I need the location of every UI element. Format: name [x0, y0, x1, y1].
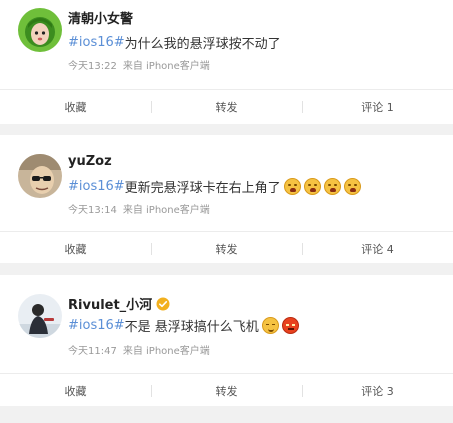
verified-badge-icon — [156, 297, 170, 311]
post-time: 今天13:22 — [68, 61, 117, 72]
username[interactable]: yuZoz — [68, 154, 112, 169]
post-body: 更新完悬浮球卡在右上角了 — [124, 181, 281, 196]
action-bar: 收藏 转发 评论 3 — [0, 374, 453, 408]
post-text: #ios16# 为什么我的悬浮球按不动了 — [68, 33, 281, 52]
smug-emoji — [261, 317, 279, 334]
crying-laughing-emoji — [283, 178, 301, 195]
crying-laughing-emoji — [323, 178, 341, 195]
comment-button[interactable]: 评论 1 — [302, 90, 453, 124]
avatar[interactable] — [18, 8, 62, 52]
angry-emoji — [281, 317, 299, 334]
post-source[interactable]: 来自 iPhone客户端 — [123, 346, 210, 357]
post-meta: 今天11:47 来自 iPhone客户端 — [68, 342, 210, 357]
repost-button[interactable]: 转发 — [151, 374, 302, 408]
comment-button[interactable]: 评论 3 — [302, 374, 453, 408]
hashtag-link[interactable]: #ios16# — [68, 35, 125, 50]
post-body: 不是 悬浮球搞什么飞机 — [124, 320, 259, 335]
post-time: 今天13:14 — [68, 205, 117, 216]
post-time: 今天11:47 — [68, 346, 117, 357]
favorite-button[interactable]: 收藏 — [0, 374, 151, 408]
repost-button[interactable]: 转发 — [151, 90, 302, 124]
post-card: 清朝小女警 #ios16# 为什么我的悬浮球按不动了 今天13:22 来自 iPho… — [0, 0, 453, 124]
action-bar: 收藏 转发 评论 4 — [0, 232, 453, 266]
post-meta: 今天13:22 来自 iPhone客户端 — [68, 57, 210, 72]
post-source[interactable]: 来自 iPhone客户端 — [123, 61, 210, 72]
post-text: #ios16# 更新完悬浮球卡在右上角了 — [68, 177, 361, 196]
avatar[interactable] — [18, 294, 62, 338]
post-text: #ios16# 不是 悬浮球搞什么飞机 — [68, 316, 299, 335]
post-card: yuZoz #ios16# 更新完悬浮球卡在右上角了 今天13:14 来自 iPho… — [0, 135, 453, 263]
username[interactable]: Rivulet_小河 — [68, 294, 170, 313]
post-meta: 今天13:14 来自 iPhone客户端 — [68, 201, 210, 216]
favorite-button[interactable]: 收藏 — [0, 232, 151, 266]
comment-button[interactable]: 评论 4 — [302, 232, 453, 266]
post-source[interactable]: 来自 iPhone客户端 — [123, 205, 210, 216]
post-body: 为什么我的悬浮球按不动了 — [124, 37, 281, 52]
username-text: Rivulet_小河 — [68, 298, 153, 313]
username[interactable]: 清朝小女警 — [68, 8, 133, 27]
hashtag-link[interactable]: #ios16# — [68, 318, 125, 333]
action-bar: 收藏 转发 评论 1 — [0, 90, 453, 124]
hashtag-link[interactable]: #ios16# — [68, 179, 125, 194]
avatar[interactable] — [18, 154, 62, 198]
favorite-button[interactable]: 收藏 — [0, 90, 151, 124]
repost-button[interactable]: 转发 — [151, 232, 302, 266]
post-card: Rivulet_小河 #ios16# 不是 悬浮球搞什么飞机 今天11:47 来自 … — [0, 275, 453, 406]
crying-laughing-emoji — [303, 178, 321, 195]
crying-laughing-emoji — [343, 178, 361, 195]
